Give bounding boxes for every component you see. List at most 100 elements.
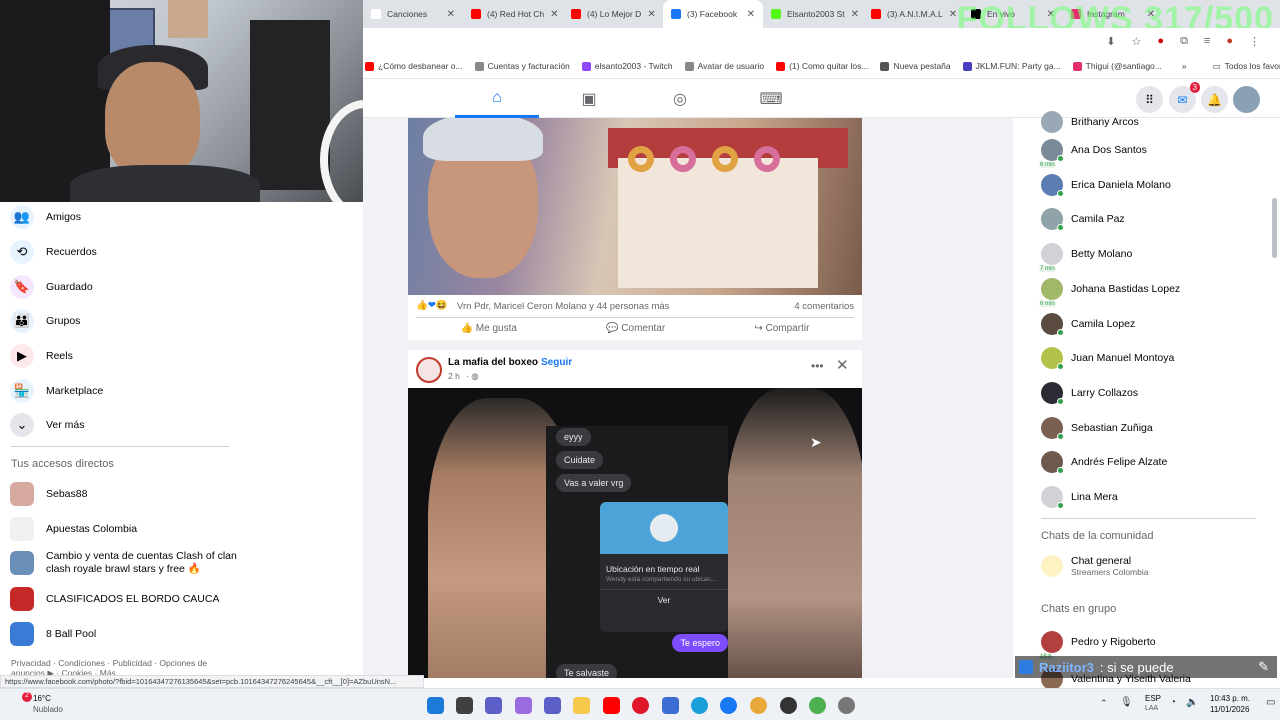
- obs-icon[interactable]: [780, 697, 797, 714]
- reactions-text[interactable]: Vrn Pdr, Maricel Ceron Molano y 44 perso…: [457, 301, 669, 312]
- sidebar-item[interactable]: ▶ Reels: [10, 344, 73, 368]
- share-button[interactable]: ↪ Compartir: [754, 323, 809, 334]
- explorer-icon[interactable]: [573, 697, 590, 714]
- sidebar-item[interactable]: 👥 Amigos: [10, 205, 81, 229]
- extension-icon[interactable]: ●: [1157, 35, 1164, 48]
- sidebar-item[interactable]: 👪 Grupos: [10, 309, 80, 333]
- bookmark[interactable]: elsanto2003 - Twitch: [581, 61, 673, 71]
- bookmark[interactable]: (1) Como quitar los...: [776, 61, 868, 71]
- like-button[interactable]: 👍 Me gusta: [461, 323, 517, 334]
- sidebar-item[interactable]: ⟲ Recuerdos: [10, 240, 97, 264]
- app-icon[interactable]: [838, 697, 855, 714]
- page-avatar[interactable]: [416, 357, 442, 383]
- chrome-profile-icon[interactable]: [809, 697, 826, 714]
- mic-icon[interactable]: 🎙: [1120, 697, 1133, 708]
- chrome-icon[interactable]: [750, 697, 767, 714]
- browser-tab[interactable]: Canciones ✕: [363, 0, 463, 28]
- bookmark[interactable]: ¿Cómo desbanear o...: [365, 61, 463, 71]
- tray-chevron-icon[interactable]: ⌃: [1100, 698, 1108, 709]
- account-avatar[interactable]: [1233, 86, 1260, 113]
- star-icon[interactable]: ☆: [1132, 35, 1142, 48]
- contact-item[interactable]: Brithany Arcos: [1041, 111, 1139, 133]
- video-tab[interactable]: ▣: [547, 80, 631, 118]
- contact-item[interactable]: Andrés Felipe Alzate: [1041, 451, 1167, 475]
- page-name[interactable]: La mafia del boxeo: [448, 357, 538, 368]
- profile-icon[interactable]: ●: [1226, 35, 1233, 48]
- post-image[interactable]: eyyy Cuidate Vas a valer vrg Ubicación e…: [408, 388, 862, 678]
- contact-item[interactable]: 7 min Betty Molano: [1039, 243, 1132, 273]
- reaction-icons[interactable]: 👍❤😆: [416, 300, 448, 311]
- bookmark[interactable]: JKLM.FUN: Party ga...: [962, 61, 1061, 71]
- contact-item[interactable]: Juan Manuel Montoya: [1041, 347, 1174, 371]
- close-tab-icon[interactable]: ✕: [851, 9, 859, 20]
- browser-tab[interactable]: (4) Red Hot Ch ✕: [463, 0, 563, 28]
- shortcut-item[interactable]: Apuestas Colombia: [10, 517, 137, 541]
- wifi-icon[interactable]: ◔: [1170, 697, 1176, 708]
- close-tab-icon[interactable]: ✕: [647, 9, 655, 20]
- search-icon[interactable]: [456, 697, 473, 714]
- contact-item[interactable]: 6 min Ana Dos Santos: [1039, 139, 1147, 168]
- close-tab-icon[interactable]: ✕: [447, 9, 455, 20]
- menu-button[interactable]: ⠿: [1136, 86, 1163, 113]
- browser-tab[interactable]: (3) Facebook ✕: [663, 0, 763, 28]
- facebook-icon[interactable]: [720, 697, 737, 714]
- bookmark[interactable]: Nueva pestaña: [880, 61, 951, 71]
- browser-tab[interactable]: (3) A.N.I.M.A.L ✕: [863, 0, 963, 28]
- browser-tab[interactable]: Elsanto2003 St ✕: [763, 0, 863, 28]
- bookmark[interactable]: Cuentas y facturación: [474, 61, 570, 71]
- contact-item[interactable]: 6 min Johana Bastidas Lopez: [1039, 277, 1180, 307]
- notification-center-icon[interactable]: ▭: [1266, 697, 1275, 708]
- compose-icon[interactable]: ✎: [1258, 659, 1269, 675]
- shortcut-item[interactable]: Sebas88: [10, 482, 87, 506]
- contact-item[interactable]: Camila Lopez: [1041, 312, 1135, 336]
- home-tab[interactable]: ⌂: [455, 80, 539, 118]
- copilot-icon[interactable]: [515, 697, 532, 714]
- clock-time[interactable]: 10:43 p. m.: [1210, 694, 1250, 703]
- menu-icon[interactable]: ⋮: [1249, 35, 1260, 48]
- gaming-tab[interactable]: ⌨: [729, 80, 813, 118]
- comments-count[interactable]: 4 comentarios: [794, 301, 854, 312]
- community-chat-item[interactable]: Chat general Streamers Colombia: [1041, 555, 1148, 577]
- sidebar-item[interactable]: 🏪 Marketplace: [10, 379, 103, 403]
- post-time[interactable]: 2 h: [448, 371, 460, 381]
- youtube-icon[interactable]: [603, 697, 620, 714]
- lang-indicator[interactable]: ESP: [1145, 694, 1161, 703]
- weather-temp[interactable]: 16°C: [33, 694, 51, 703]
- contact-item[interactable]: Larry Collazos: [1041, 381, 1138, 405]
- media-icon[interactable]: ≡: [1204, 35, 1210, 48]
- sidebar-item[interactable]: 🔖 Guardado: [10, 275, 93, 299]
- follow-link[interactable]: Seguir: [541, 357, 572, 368]
- bookmarks-more-icon[interactable]: »: [1182, 61, 1187, 71]
- shortcut-item[interactable]: Cambio y venta de cuentas Clash of clan …: [10, 550, 240, 575]
- edge-icon[interactable]: [691, 697, 708, 714]
- browser-tab[interactable]: (4) Lo Mejor D ✕: [563, 0, 663, 28]
- puzzle-icon[interactable]: ⧉: [1180, 35, 1188, 48]
- shortcut-item[interactable]: 8 Ball Pool: [10, 622, 96, 646]
- scrollbar[interactable]: [1272, 198, 1277, 258]
- chat-app-icon[interactable]: [485, 697, 502, 714]
- all-favorites[interactable]: ▭Todos los favoritos: [1213, 61, 1280, 72]
- install-icon[interactable]: ⬇: [1106, 35, 1115, 48]
- contact-item[interactable]: Lina Mera: [1041, 486, 1118, 509]
- notifications-button[interactable]: 🔔: [1201, 86, 1228, 113]
- bookmark[interactable]: Avatar de usuario: [684, 61, 764, 71]
- close-tab-icon[interactable]: ✕: [550, 9, 558, 20]
- contact-item[interactable]: Sebastian Zuñiga: [1041, 416, 1153, 440]
- group-chat-item[interactable]: 15 h Pedro y Rigoberto: [1039, 631, 1156, 660]
- bookmark[interactable]: Thigui (@santiago...: [1072, 61, 1162, 71]
- start-icon[interactable]: [427, 697, 444, 714]
- messenger-button[interactable]: ✉ 3: [1169, 82, 1200, 113]
- shortcut-item[interactable]: CLASIFICADOS EL BORDO CAUCA: [10, 587, 219, 611]
- comment-button[interactable]: 💬 Comentar: [606, 323, 665, 334]
- sidebar-footer[interactable]: Privacidad · Condiciones · Publicidad · …: [11, 658, 221, 676]
- groups-tab[interactable]: ◎: [638, 80, 722, 118]
- volume-icon[interactable]: 🔈: [1186, 697, 1198, 708]
- more-options-icon[interactable]: •••: [811, 359, 824, 373]
- sidebar-item[interactable]: ⌄ Ver más: [10, 413, 85, 437]
- clock-date[interactable]: 11/01/2026: [1210, 705, 1249, 714]
- store-icon[interactable]: [662, 697, 679, 714]
- contact-item[interactable]: Erica Daniela Molano: [1041, 173, 1171, 197]
- contact-item[interactable]: Camila Paz: [1041, 208, 1125, 232]
- teams-icon[interactable]: [544, 697, 561, 714]
- close-tab-icon[interactable]: ✕: [747, 9, 755, 20]
